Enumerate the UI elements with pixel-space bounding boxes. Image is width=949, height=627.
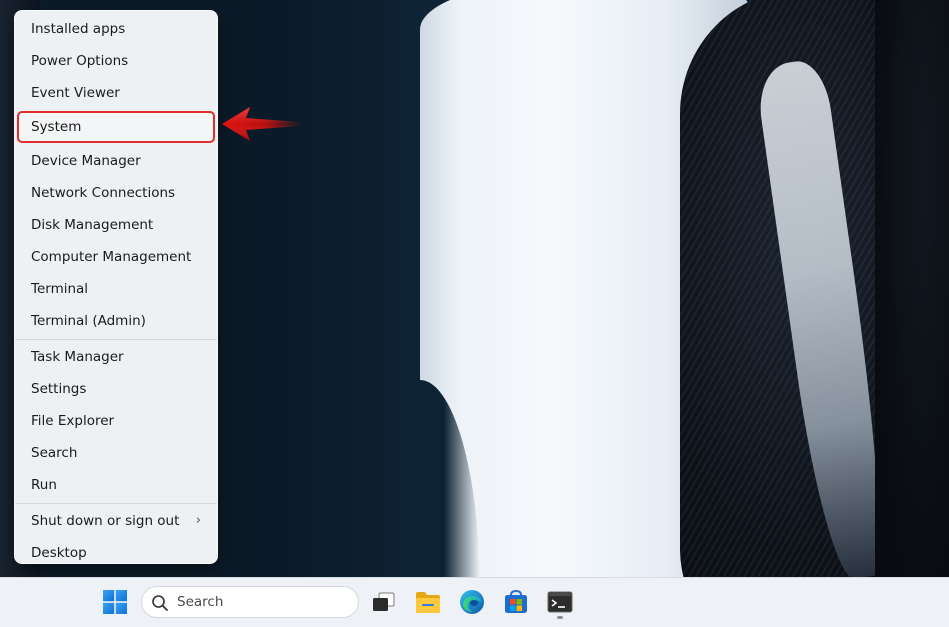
task-view-icon[interactable] — [370, 588, 398, 616]
menu-item-terminal-admin[interactable]: Terminal (Admin) — [17, 305, 215, 337]
menu-item-system[interactable]: System — [17, 111, 215, 143]
menu-item-disk-management[interactable]: Disk Management — [17, 209, 215, 241]
menu-separator — [15, 503, 217, 504]
menu-item-event-viewer[interactable]: Event Viewer — [17, 77, 215, 109]
windows-start-icon[interactable] — [102, 589, 128, 615]
menu-item-device-manager[interactable]: Device Manager — [17, 145, 215, 177]
menu-item-label: Shut down or sign out — [31, 513, 180, 529]
menu-item-computer-management[interactable]: Computer Management — [17, 241, 215, 273]
menu-item-run[interactable]: Run — [17, 469, 215, 501]
annotation-arrow-icon — [222, 107, 300, 141]
menu-item-installed-apps[interactable]: Installed apps — [17, 13, 215, 45]
microsoft-store-icon[interactable] — [502, 588, 530, 616]
chevron-right-icon: › — [195, 513, 201, 528]
menu-item-search[interactable]: Search — [17, 437, 215, 469]
menu-item-shut-down-or-sign-out[interactable]: Shut down or sign out › — [17, 505, 215, 537]
menu-separator — [15, 339, 217, 340]
menu-item-power-options[interactable]: Power Options — [17, 45, 215, 77]
wallpaper-shape — [875, 0, 949, 577]
menu-item-desktop[interactable]: Desktop — [17, 537, 215, 569]
terminal-icon[interactable] — [546, 588, 574, 616]
menu-item-settings[interactable]: Settings — [17, 373, 215, 405]
menu-item-file-explorer[interactable]: File Explorer — [17, 405, 215, 437]
menu-item-task-manager[interactable]: Task Manager — [17, 341, 215, 373]
taskbar: Search — [0, 577, 949, 627]
menu-item-terminal[interactable]: Terminal — [17, 273, 215, 305]
edge-browser-icon[interactable] — [458, 588, 486, 616]
terminal-running-indicator — [557, 616, 563, 619]
file-explorer-icon[interactable] — [414, 588, 442, 616]
search-icon — [152, 595, 168, 611]
winx-context-menu: Installed apps Power Options Event Viewe… — [14, 10, 218, 564]
search-label: Search — [177, 594, 224, 610]
taskbar-search-box[interactable]: Search — [141, 586, 359, 618]
menu-item-network-connections[interactable]: Network Connections — [17, 177, 215, 209]
